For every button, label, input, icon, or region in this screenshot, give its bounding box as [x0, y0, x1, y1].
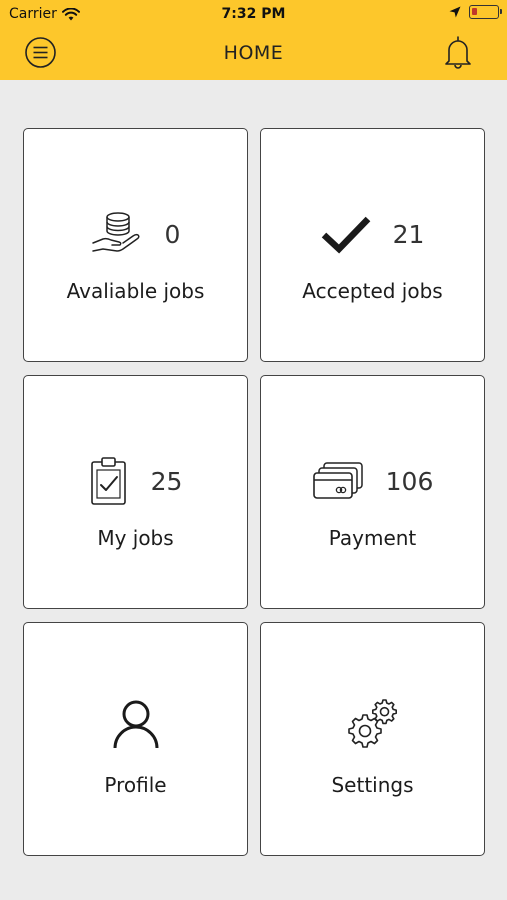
app-header: Carrier 7:32 PM HOME: [0, 0, 507, 80]
page-title: HOME: [223, 42, 284, 64]
tile-available-jobs[interactable]: 0 Avaliable jobs: [23, 128, 248, 362]
status-bar: Carrier 7:32 PM: [0, 0, 507, 28]
user-icon: [113, 700, 158, 749]
my-jobs-count: 25: [150, 466, 183, 496]
accepted-jobs-label: Accepted jobs: [302, 279, 443, 303]
settings-label: Settings: [331, 773, 414, 797]
payment-count: 106: [385, 466, 434, 496]
accepted-jobs-count: 21: [392, 219, 425, 249]
coins-hand-icon: [91, 212, 140, 252]
battery-icon: [469, 5, 502, 19]
available-jobs-count: 0: [164, 219, 181, 249]
clipboard-check-icon: [90, 457, 126, 505]
status-time: 7:32 PM: [221, 6, 286, 22]
payment-label: Payment: [328, 526, 417, 550]
gears-icon: [347, 699, 397, 748]
checkmark-icon: [321, 216, 370, 254]
my-jobs-label: My jobs: [97, 526, 174, 550]
bell-icon: [445, 36, 471, 69]
tile-my-jobs[interactable]: 25 My jobs: [23, 375, 248, 609]
location-arrow-icon: [449, 6, 461, 18]
tile-accepted-jobs[interactable]: 21 Accepted jobs: [260, 128, 485, 362]
tile-settings[interactable]: Settings: [260, 622, 485, 856]
available-jobs-label: Avaliable jobs: [66, 279, 205, 303]
tile-profile[interactable]: Profile: [23, 622, 248, 856]
credit-cards-icon: [312, 462, 363, 499]
tile-payment[interactable]: 106 Payment: [260, 375, 485, 609]
notifications-button[interactable]: [444, 34, 472, 70]
profile-label: Profile: [104, 773, 167, 797]
